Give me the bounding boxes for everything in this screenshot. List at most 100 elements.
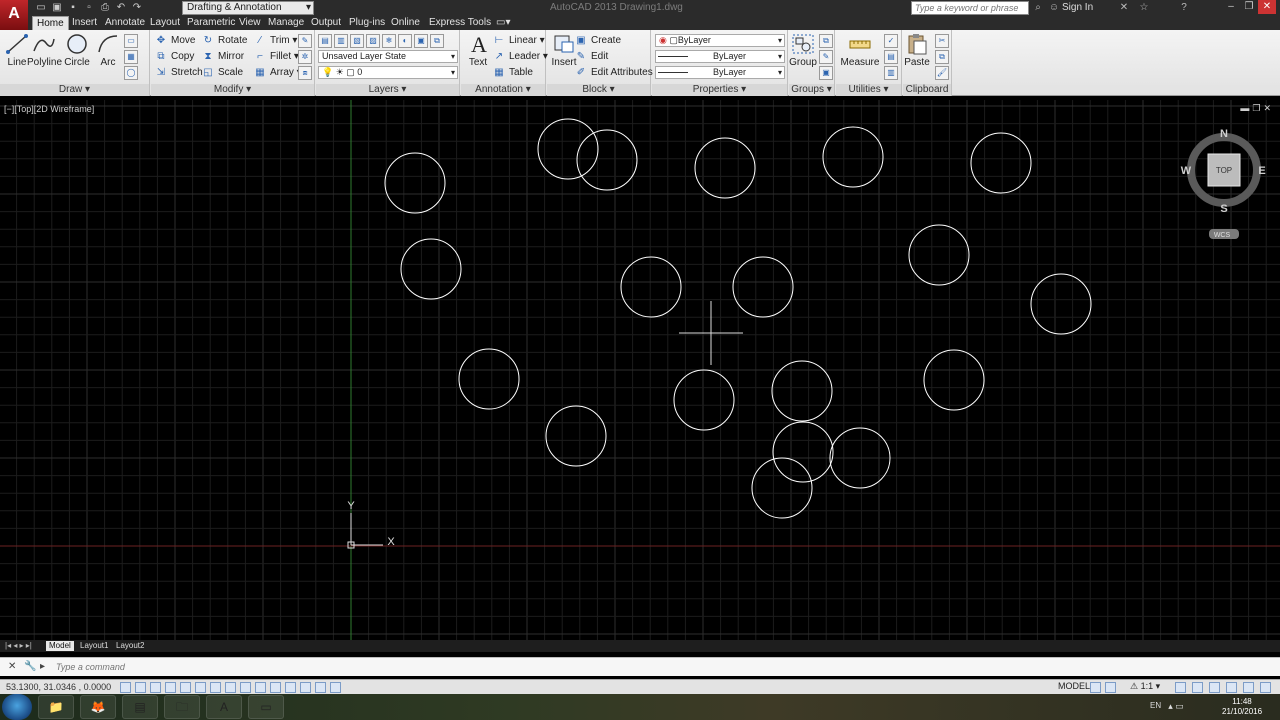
clean-screen-icon[interactable] (1260, 682, 1271, 693)
help-icon[interactable]: ? (1177, 1, 1191, 15)
clipboard-panel-title[interactable]: Clipboard (903, 84, 951, 96)
circle-entity[interactable] (908, 224, 970, 286)
scale-button[interactable]: ◱ Scale (202, 66, 243, 80)
exchange-icon[interactable]: ✕ (1117, 1, 1131, 15)
snap-mode-icon[interactable] (135, 682, 146, 693)
mirror-button[interactable]: ⧗ Mirror (202, 50, 244, 64)
quick-properties-icon[interactable] (300, 682, 311, 693)
window-icon[interactable]: ▭ (248, 695, 284, 719)
object-snap-tracking-icon[interactable] (225, 682, 236, 693)
plot-icon[interactable]: ⎙ (98, 1, 112, 15)
move-button[interactable]: ✥ Move (155, 34, 196, 48)
linear-dimension-button[interactable]: ⊢ Linear ▾ (493, 34, 545, 48)
search-input[interactable] (911, 1, 1029, 15)
language-indicator[interactable]: EN (1150, 701, 1161, 710)
layer-match-icon[interactable]: ▥ (334, 34, 348, 48)
utilities-panel-title[interactable]: Utilities ▾ (836, 84, 901, 96)
tab-express-tools[interactable]: Express Tools (429, 16, 491, 30)
circle-entity[interactable] (400, 238, 462, 300)
star-icon[interactable]: ☆ (1137, 1, 1151, 15)
quick-select-icon[interactable]: ✓ (884, 34, 898, 48)
coordinates-readout[interactable]: 53.1300, 31.0346 , 0.0000 (6, 682, 111, 692)
redo-icon[interactable]: ↷ (130, 1, 144, 15)
block-panel-title[interactable]: Block ▾ (547, 84, 650, 96)
compass-south-label[interactable]: S (1220, 203, 1227, 215)
trim-button[interactable]: ⁄ Trim ▾ (254, 34, 297, 48)
table-button[interactable]: ▦ Table (493, 66, 533, 80)
annotation-visibility-icon[interactable] (1175, 682, 1186, 693)
quick-view-drawings-icon[interactable] (1105, 682, 1116, 693)
tab-home[interactable]: Home (32, 16, 69, 30)
text-button[interactable]: A Text (461, 33, 495, 68)
dynamic-input-icon[interactable] (255, 682, 266, 693)
modify-panel-title[interactable]: Modify ▾ (151, 84, 314, 96)
tab-parametric[interactable]: Parametric (187, 16, 235, 30)
group-select-icon[interactable]: ▣ (819, 66, 833, 80)
layer-freeze-icon[interactable]: ❄ (382, 34, 396, 48)
compass-west-label[interactable]: W (1181, 165, 1192, 177)
circle-entity[interactable] (537, 118, 599, 180)
circle-entity[interactable] (732, 256, 794, 318)
circle-entity[interactable] (458, 348, 520, 410)
current-layer-dropdown[interactable]: 💡 ☀ ▢ 0 ▾ (318, 66, 458, 79)
viewport-window-controls[interactable]: ▬❐✕ (1240, 103, 1274, 114)
circle-entity[interactable] (694, 137, 756, 199)
copy-clip-icon[interactable]: ⧉ (935, 50, 949, 64)
annotation-monitor-icon[interactable] (330, 682, 341, 693)
tab-layout1[interactable]: Layout1 (77, 641, 111, 651)
undo-icon[interactable]: ↶ (114, 1, 128, 15)
infer-constraints-icon[interactable] (120, 682, 131, 693)
circle-button[interactable]: Circle (60, 33, 94, 68)
match-properties-icon[interactable]: 🖌 (935, 66, 949, 80)
measure-button[interactable]: Measure (840, 33, 880, 68)
firefox-icon[interactable]: 🦊 (80, 695, 116, 719)
lock-icon[interactable] (1209, 682, 1220, 693)
open-icon[interactable]: ▣ (50, 1, 64, 15)
tab-output[interactable]: Output (311, 16, 341, 30)
circle-entity[interactable] (772, 421, 834, 483)
hatch-icon[interactable]: ▦ (124, 50, 138, 64)
close-command-icon[interactable]: ✕ (8, 661, 16, 672)
ribbon-toggle-icon[interactable]: ▭▾ (496, 16, 510, 30)
close-icon[interactable]: ✕ (1258, 0, 1276, 14)
leader-button[interactable]: ↗ Leader ▾ (493, 50, 548, 64)
array-button[interactable]: ▦Array ▾ (254, 66, 301, 80)
edit-block-button[interactable]: ✎ Edit (575, 50, 608, 64)
calculator-icon[interactable]: ▤ (884, 50, 898, 64)
stretch-button[interactable]: ⇲ Stretch (155, 66, 203, 80)
circle-entity[interactable] (1030, 273, 1092, 335)
ortho-mode-icon[interactable] (165, 682, 176, 693)
draw-panel-title[interactable]: Draw ▾ (0, 84, 149, 96)
layer-lock-icon[interactable]: ▣ (414, 34, 428, 48)
isolate-objects-icon[interactable] (1243, 682, 1254, 693)
grid-display-icon[interactable] (150, 682, 161, 693)
command-input[interactable] (56, 660, 1266, 674)
circle-entity[interactable] (970, 132, 1032, 194)
rectangle-icon[interactable]: ▭ (124, 34, 138, 48)
paste-button[interactable]: Paste (903, 33, 931, 68)
layer-off-icon[interactable]: ◐ (398, 34, 412, 48)
new-icon[interactable]: ▭ (34, 1, 48, 15)
selection-cycling-icon[interactable] (315, 682, 326, 693)
group-edit-icon[interactable]: ✎ (819, 50, 833, 64)
app-menu-button[interactable]: A (0, 0, 28, 30)
drawing-viewport[interactable]: Y X TOP N S E W WCS [−][Top][2D Wirefram… (0, 100, 1280, 640)
object-snap-icon[interactable] (195, 682, 206, 693)
layer-isolate-icon[interactable]: ▧ (350, 34, 364, 48)
tab-layout2[interactable]: Layout2 (113, 641, 147, 651)
model-space-button[interactable]: MODEL (1058, 681, 1090, 691)
hardware-acceleration-icon[interactable] (1226, 682, 1237, 693)
layers-panel-title[interactable]: Layers ▾ (316, 84, 459, 96)
create-block-button[interactable]: ▣ Create (575, 34, 621, 48)
layer-unisolate-icon[interactable]: ▨ (366, 34, 380, 48)
file-explorer-icon[interactable]: 📁 (38, 695, 74, 719)
edit-attributes-button[interactable]: ✐Edit Attributes ▾ (575, 66, 661, 80)
clock[interactable]: 11:48 21/10/2016 (1222, 697, 1262, 717)
saveas-icon[interactable]: ▫ (82, 1, 96, 15)
viewcube[interactable]: TOP N S E W WCS (1181, 128, 1266, 239)
quick-view-layouts-icon[interactable] (1090, 682, 1101, 693)
tab-annotate[interactable]: Annotate (105, 16, 145, 30)
tab-plugins[interactable]: Plug-ins (349, 16, 385, 30)
id-point-icon[interactable]: ▥ (884, 66, 898, 80)
circle-entity[interactable] (384, 152, 446, 214)
